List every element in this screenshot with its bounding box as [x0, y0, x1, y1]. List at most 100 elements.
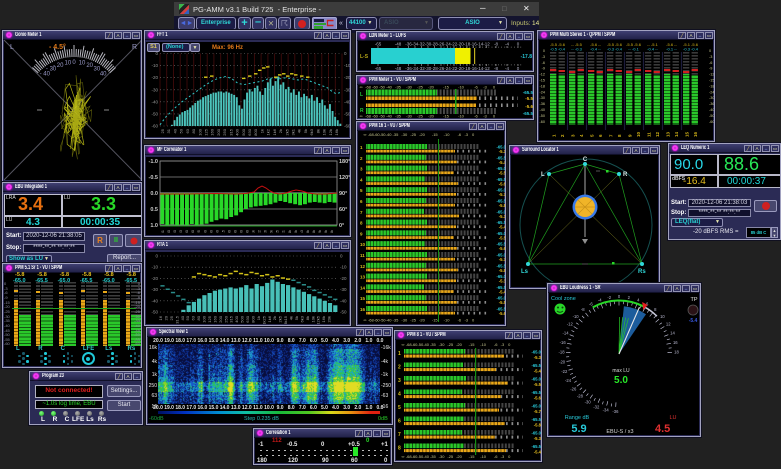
svg-text:-9: -9: [542, 67, 545, 71]
svg-text:12: 12: [360, 264, 366, 269]
svg-text:-68: -68: [365, 114, 372, 119]
svg-text:1: 1: [398, 351, 401, 357]
svg-text:-5.4: -5.4: [499, 160, 506, 165]
svg-text:-6: -6: [589, 301, 593, 306]
svg-text:R: R: [132, 44, 137, 51]
svg-text:-65: -65: [375, 42, 382, 47]
svg-text:-40: -40: [151, 298, 158, 303]
svg-text:16: 16: [158, 315, 163, 320]
svg-text:-65.5: -65.5: [531, 363, 541, 368]
svg-text:0: 0: [493, 85, 496, 90]
svg-text:L-S: L-S: [360, 54, 369, 60]
svg-text:160: 160: [210, 128, 215, 135]
svg-text:12k: 12k: [317, 230, 322, 233]
svg-text:40: 40: [172, 128, 177, 133]
svg-text:50: 50: [172, 229, 177, 233]
svg-text:-35: -35: [395, 114, 402, 119]
svg-text:-50: -50: [379, 114, 386, 119]
svg-text:-15: -15: [432, 318, 439, 323]
svg-text:0: 0: [340, 254, 343, 259]
svg-text:-5.3: -5.3: [499, 214, 506, 219]
svg-text:4k: 4k: [297, 129, 302, 133]
svg-text:500: 500: [232, 229, 237, 233]
svg-text:25: 25: [169, 315, 174, 320]
svg-text:-8: -8: [581, 307, 585, 312]
svg-text:31.5: 31.5: [174, 315, 179, 324]
svg-text:R: R: [623, 172, 628, 178]
svg-text:10: 10: [660, 314, 665, 319]
svg-text:12k5: 12k5: [316, 315, 321, 324]
svg-text:40: 40: [100, 71, 107, 77]
svg-text:-60: -60: [540, 120, 546, 124]
svg-text:-25: -25: [417, 114, 424, 119]
svg-text:125: 125: [196, 229, 201, 233]
svg-text:-0.3 -0.4: -0.3 -0.4: [683, 47, 699, 52]
svg-text:-0.4 --: -0.4 --: [647, 47, 658, 52]
svg-text:-6: -6: [494, 342, 498, 347]
svg-text:-20: -20: [419, 318, 426, 323]
svg-text:10: 10: [636, 131, 641, 137]
svg-text:-30: -30: [709, 96, 715, 100]
svg-text:-50: -50: [540, 114, 546, 118]
svg-text:-5.3: -5.3: [499, 149, 506, 154]
svg-text:-10: -10: [480, 454, 487, 459]
svg-text:Rs: Rs: [638, 269, 646, 275]
svg-text:11: 11: [360, 253, 365, 258]
svg-text:800: 800: [250, 315, 255, 322]
svg-text:315: 315: [229, 315, 234, 322]
svg-text:-0.5 -0.4: -0.5 -0.4: [550, 47, 566, 52]
svg-text:0: 0: [493, 114, 496, 119]
svg-text:315: 315: [220, 229, 225, 233]
svg-text:0: 0: [72, 60, 76, 66]
svg-text:-35: -35: [430, 454, 437, 459]
svg-text:8: 8: [654, 307, 657, 312]
svg-text:-10: -10: [151, 265, 158, 270]
svg-text:-5.5: -5.5: [525, 96, 533, 101]
svg-text:4k: 4k: [287, 230, 292, 233]
svg-text:2: 2: [398, 365, 401, 371]
svg-text:-5.7: -5.7: [499, 257, 506, 262]
svg-text:18: 18: [674, 350, 679, 355]
svg-text:L: L: [10, 44, 14, 51]
svg-text:-- -0.3: -- -0.3: [571, 47, 582, 52]
svg-text:-5.5: -5.5: [499, 235, 506, 240]
svg-text:1k: 1k: [256, 316, 261, 320]
svg-text:-1.0: -1.0: [149, 159, 158, 165]
svg-text:-15: -15: [443, 114, 450, 119]
svg-text:-50: -50: [709, 114, 715, 118]
svg-text:-3: -3: [501, 342, 505, 347]
svg-text:- 10: - 10: [61, 61, 72, 67]
svg-text:3k15: 3k15: [283, 315, 288, 324]
svg-text:-20: -20: [151, 75, 158, 80]
svg-text:0: 0: [472, 318, 475, 323]
svg-text:-5.5: -5.5: [534, 382, 542, 387]
svg-text:1k: 1k: [259, 129, 264, 133]
svg-text:-18: -18: [558, 350, 565, 355]
svg-text:-24: -24: [540, 90, 546, 94]
svg-text:2k5: 2k5: [278, 315, 283, 322]
svg-text:80: 80: [196, 315, 201, 320]
svg-text:-36: -36: [540, 102, 546, 106]
svg-text:R: R: [360, 108, 364, 114]
svg-text:-40: -40: [423, 454, 430, 459]
svg-text:-20: -20: [419, 132, 426, 137]
svg-text:13: 13: [666, 131, 671, 137]
svg-text:-5.6: -5.6: [534, 396, 542, 401]
svg-text:-15: -15: [540, 79, 546, 83]
svg-text:180°: 180°: [339, 159, 350, 165]
svg-text:50: 50: [185, 315, 190, 320]
svg-text:6: 6: [598, 134, 603, 137]
svg-text:12: 12: [666, 322, 671, 327]
svg-text:6: 6: [398, 419, 401, 425]
svg-text:-5.4: -5.4: [499, 289, 506, 294]
svg-text:50: 50: [179, 128, 184, 133]
svg-text:5: 5: [590, 134, 595, 137]
svg-text:16: 16: [673, 340, 678, 345]
svg-text:0: 0: [344, 52, 347, 56]
svg-text:2k: 2k: [278, 129, 283, 133]
svg-text:1k: 1k: [251, 230, 256, 233]
svg-text:3: 3: [398, 378, 401, 384]
svg-text:0: 0: [155, 52, 158, 56]
svg-text:-15: -15: [709, 79, 715, 83]
svg-text:-30: -30: [439, 454, 446, 459]
